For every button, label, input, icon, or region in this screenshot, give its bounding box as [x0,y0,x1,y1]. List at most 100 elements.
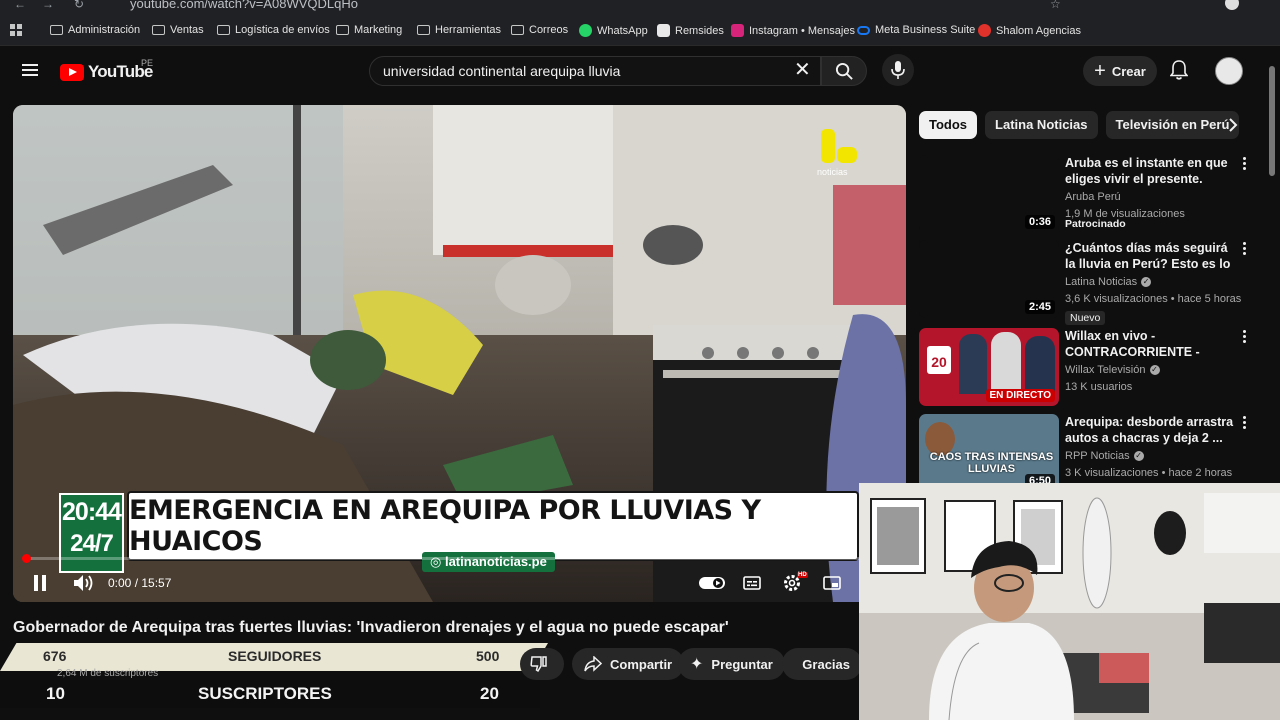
channel-name[interactable]: Willax Televisión [1065,364,1146,376]
subscribers-goal-bar: 10 SUSCRIPTORES 20 [0,680,540,708]
channel-name[interactable]: Aruba Perú [1065,191,1121,203]
more-options-icon[interactable] [1243,416,1247,431]
followers-goal-bar: 676 SEGUIDORES 500 [0,643,548,671]
create-button[interactable]: + Crear [1083,56,1157,86]
recommendation-item[interactable]: 20 EN DIRECTO Willax en vivo - CONTRACOR… [919,328,1259,408]
progress-scrubber[interactable] [22,554,31,563]
sponsored-badge: Patrocinado [1065,218,1126,230]
thanks-button[interactable]: $ Gracias [782,648,862,680]
miniplayer-icon[interactable] [823,576,841,590]
calendar-date: 20 [927,346,951,374]
bookmark-herramientas[interactable]: Herramientas [417,24,501,36]
recommendation-item[interactable]: 2:45 ¿Cuántos días más seguirá la lluvia… [919,240,1259,325]
voice-search-button[interactable] [882,54,914,86]
shalom-icon [978,24,991,37]
notifications-bell-icon[interactable] [1170,60,1188,80]
chyron-headline: EMERGENCIA EN AREQUIPA POR LLUVIAS Y HUA… [127,491,859,561]
recommendation-item[interactable]: CAOS TRAS INTENSAS LLUVIAS 6:50 Arequipa… [919,414,1259,494]
youtube-header: YouTube PE ✕ + Crear [0,46,1280,98]
video-meta: 13 K usuarios [1065,381,1133,393]
folder-icon [50,25,63,35]
clear-search-icon[interactable]: ✕ [794,60,811,80]
sparkle-icon: ✦ [690,656,704,673]
bookmark-remsides[interactable]: Remsides [657,24,724,37]
video-thumbnail[interactable]: 2:45 [919,240,1059,318]
menu-icon[interactable] [22,64,38,76]
autoplay-toggle-icon[interactable] [699,576,725,590]
folder-icon [511,25,524,35]
bookmark-shalom[interactable]: Shalom Agencias [978,24,1081,37]
pause-icon[interactable] [33,575,47,591]
video-player[interactable]: noticias 20:44 24/7 EMERGENCIA EN AREQUI… [13,105,906,602]
more-options-icon[interactable] [1243,330,1247,345]
bookmark-logistica[interactable]: Logística de envíos [217,24,330,36]
forward-icon[interactable]: → [42,0,54,11]
more-options-icon[interactable] [1243,242,1247,257]
search-box[interactable] [369,56,821,86]
recommendation-item[interactable]: 0:36 Aruba es el instante en que eliges … [919,155,1259,235]
account-avatar[interactable] [1215,57,1243,85]
volume-icon[interactable] [73,574,95,592]
microphone-icon [891,61,905,79]
bookmark-marketing[interactable]: Marketing [336,24,402,36]
folder-icon [336,25,349,35]
chevron-right-icon[interactable] [1226,116,1240,134]
chyron-instagram-handle: ◎ latinanoticias.pe [422,552,555,572]
latina-logo-icon [821,129,857,163]
back-icon[interactable]: ← [14,0,26,11]
plus-icon: + [1094,60,1106,82]
filter-chips: Todos Latina Noticias Televisión en Perú [919,111,1240,139]
site-icon [657,24,670,37]
bookmark-correos[interactable]: Correos [511,24,568,36]
chip-todos[interactable]: Todos [919,111,978,139]
apps-grid-icon[interactable] [10,24,22,36]
verified-icon: ✓ [1141,277,1152,287]
bookmark-whatsapp[interactable]: WhatsApp [579,24,648,37]
subtitles-icon[interactable] [743,576,761,590]
whatsapp-icon [579,24,592,37]
youtube-play-icon [60,63,84,81]
bookmark-ventas[interactable]: Ventas [152,24,204,36]
video-thumbnail[interactable]: CAOS TRAS INTENSAS LLUVIAS 6:50 [919,414,1059,492]
latina-channel-bug: noticias [817,129,859,177]
address-bar[interactable]: youtube.com/watch?v=A08WVQDLqHo [130,0,358,11]
verified-icon: ✓ [1133,451,1144,461]
video-thumbnail[interactable]: 20 EN DIRECTO [919,328,1059,406]
country-code: PE [141,58,154,68]
bookmark-meta[interactable]: Meta Business Suite [857,24,975,36]
folder-icon [152,25,165,35]
share-icon [584,656,602,672]
hd-badge: HD [797,572,808,578]
profile-icon[interactable] [1225,0,1239,10]
video-title: Gobernador de Arequipa tras fuertes lluv… [13,619,729,636]
youtube-logo[interactable]: YouTube [60,62,153,82]
thumbs-down-icon [530,656,547,673]
more-options-icon[interactable] [1243,157,1247,172]
progress-bar[interactable] [22,554,893,563]
search-icon [835,62,853,80]
video-thumbnail[interactable]: 0:36 [919,155,1059,233]
channel-subscribers: 2,64 M de suscriptores [57,668,159,679]
dislike-button[interactable] [520,648,564,680]
bookmark-instagram[interactable]: Instagram • Mensajes [731,24,855,37]
verified-icon: ✓ [1149,365,1160,375]
chyron-clock: 20:44 24/7 [59,493,124,573]
share-button[interactable]: Compartir [572,648,685,680]
time-display: 0:00 / 15:57 [108,576,172,590]
chip-television-peru[interactable]: Televisión en Perú [1105,111,1240,139]
chip-latina-noticias[interactable]: Latina Noticias [985,111,1098,139]
channel-name[interactable]: Latina Noticias [1065,276,1137,288]
new-badge: Nuevo [1065,311,1106,325]
bookmark-star-icon[interactable]: ☆ [1050,0,1061,11]
browser-url-strip: ← → ↻ youtube.com/watch?v=A08WVQDLqHo ☆ [0,0,1280,16]
video-meta: 3 K visualizaciones • hace 2 horas [1065,467,1233,479]
page-scrollbar[interactable] [1268,46,1276,476]
reload-icon[interactable]: ↻ [74,0,84,11]
search-input[interactable] [383,63,783,79]
ask-button[interactable]: ✦ Preguntar [678,648,785,680]
thumbnail-caption: CAOS TRAS INTENSAS LLUVIAS [929,451,1054,475]
instagram-icon [731,24,744,37]
bookmark-administracion[interactable]: Administración [50,24,140,36]
search-button[interactable] [821,56,867,86]
channel-name[interactable]: RPP Noticias [1065,450,1130,462]
